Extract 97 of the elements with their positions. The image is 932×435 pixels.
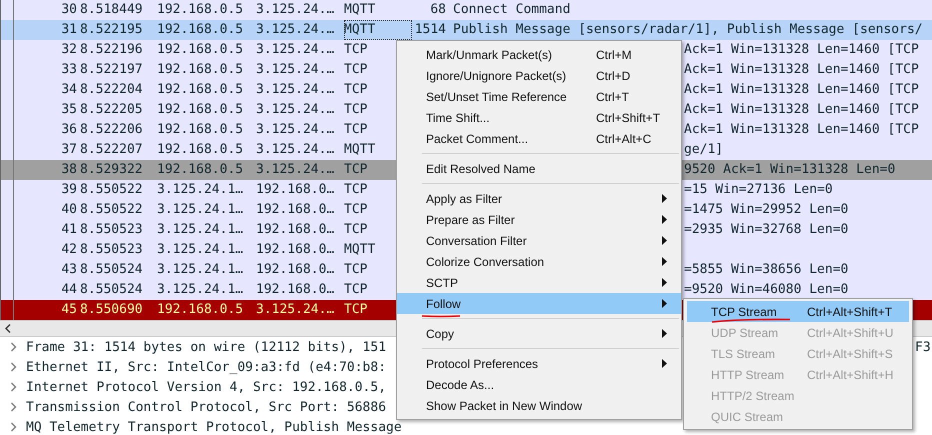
table-cell-text: 9520 Ack=1 Win=131328 Len=0 bbox=[684, 161, 896, 179]
table-cell-text: TCP bbox=[344, 261, 368, 279]
table-cell-text: 3.125.24.… bbox=[256, 41, 336, 59]
table-cell-text: 3.125.24.1… bbox=[157, 281, 244, 299]
table-cell-text: Ack=1 Win=131328 Len=1460 [TCP bbox=[684, 41, 919, 59]
table-cell-text: 192.168.0.5 bbox=[157, 161, 244, 179]
table-cell-text: TCP bbox=[344, 41, 368, 59]
table-cell-text: 192.168.0… bbox=[256, 221, 336, 239]
table-cell-text: 192.168.0.5 bbox=[157, 121, 244, 139]
table-cell-text: TCP bbox=[344, 181, 368, 199]
table-cell-text: MQTT bbox=[344, 141, 376, 159]
table-cell-text: TCP bbox=[344, 121, 368, 139]
table-cell-text: 42 bbox=[60, 241, 77, 259]
table-cell-text: Ack=1 Win=131328 Len=1460 [TCP bbox=[684, 61, 919, 79]
table-cell-text: =1475 Win=29952 Len=0 bbox=[684, 201, 848, 219]
tree-item-label: F3 bbox=[915, 340, 931, 354]
table-cell-text: 34 bbox=[60, 81, 77, 99]
table-cell-text: 39 bbox=[60, 181, 77, 199]
table-cell-text: TCP bbox=[344, 301, 368, 319]
table-cell-text: 192.168.0.5 bbox=[157, 141, 244, 159]
table-cell-text: 44 bbox=[60, 281, 77, 299]
table-cell-text: 192.168.0… bbox=[256, 241, 336, 259]
table-cell-text: 8.522197 bbox=[80, 61, 144, 79]
table-cell-text: 8.522206 bbox=[80, 121, 144, 139]
table-cell-text: 3.125.24.… bbox=[256, 81, 336, 99]
table-cell-text: 8.550524 bbox=[80, 261, 144, 279]
table-cell-text: TCP bbox=[344, 201, 368, 219]
table-cell-text: 8.522195 bbox=[80, 21, 144, 39]
table-cell-text: 3.125.24.1… bbox=[157, 181, 244, 199]
table-cell-text: TCP bbox=[344, 61, 368, 79]
table-cell-text: =5855 Win=38656 Len=0 bbox=[684, 261, 848, 279]
table-cell-text: 40 bbox=[60, 201, 77, 219]
table-cell-text: 8.522205 bbox=[80, 101, 144, 119]
table-cell-text: =2935 Win=32768 Len=0 bbox=[684, 221, 848, 239]
table-cell-text: 192.168.0.5 bbox=[157, 301, 244, 319]
table-cell-text: 8.550524 bbox=[80, 281, 144, 299]
table-cell-text: 31 bbox=[60, 21, 77, 39]
table-cell-text: Ack=1 Win=131328 Len=1460 [TCP bbox=[684, 81, 919, 99]
table-cell: MQTT bbox=[344, 20, 412, 40]
table-cell-text: 192.168.0.5 bbox=[157, 1, 244, 19]
table-cell-text: 43 bbox=[60, 261, 77, 279]
table-cell-text: 3.125.24.… bbox=[256, 101, 336, 119]
table-cell-text: MQTT bbox=[344, 241, 376, 259]
table-cell-text: Ack=1 Win=131328 Len=1460 [TCP bbox=[684, 101, 919, 119]
table-cell-text: 36 bbox=[60, 121, 77, 139]
table-cell-text: 192.168.0.5 bbox=[157, 21, 244, 39]
table-cell-text: 3.125.24.1… bbox=[157, 261, 244, 279]
table-cell-text: 8.518449 bbox=[80, 1, 144, 19]
table-cell-text: 3.125.24.1… bbox=[157, 201, 244, 219]
table-cell-text: 30 bbox=[60, 1, 77, 19]
table-cell-text: 8.550522 bbox=[80, 181, 144, 199]
table-cell-text: TCP bbox=[344, 281, 368, 299]
table-cell-text: Connect Command bbox=[453, 1, 570, 19]
table-cell-text: 192.168.0… bbox=[256, 261, 336, 279]
table-cell-text: TCP bbox=[344, 221, 368, 239]
table-cell-text: 3.125.24.1… bbox=[157, 241, 244, 259]
table-cell-text: 45 bbox=[60, 301, 77, 319]
table-cell-text: MQTT bbox=[344, 1, 376, 19]
table-cell-text: 68 bbox=[429, 1, 446, 19]
table-cell-text: 33 bbox=[60, 61, 77, 79]
table-cell-text: 38 bbox=[60, 161, 77, 179]
table-cell-text: 192.168.0.5 bbox=[157, 101, 244, 119]
table-cell-text: =9520 Win=46080 Len=0 bbox=[684, 281, 848, 299]
table-cell-text: Ack=1 Win=131328 Len=1460 [TCP bbox=[684, 121, 919, 139]
table-cell-text: 3.125.24.… bbox=[256, 301, 336, 319]
table-cell-text: 8.522196 bbox=[80, 41, 144, 59]
table-cell-text: 8.529322 bbox=[80, 161, 144, 179]
table-cell-text: 37 bbox=[60, 141, 77, 159]
table-cell-text: 192.168.0.5 bbox=[157, 61, 244, 79]
table-cell-text: ge/1] bbox=[684, 141, 724, 159]
table-cell-text: 3.125.24.1… bbox=[157, 221, 244, 239]
table-cell-text: 192.168.0.5 bbox=[157, 41, 244, 59]
table-cell-text: 192.168.0… bbox=[256, 281, 336, 299]
table-cell-text: 1514 bbox=[414, 21, 446, 39]
table-cell-text: Publish Message [sensors/radar/1], Publish Message [sensors/ bbox=[453, 21, 923, 39]
table-cell-text: 192.168.0.5 bbox=[157, 81, 244, 99]
table-cell-text: 3.125.24.… bbox=[256, 141, 336, 159]
table-cell-text: TCP bbox=[344, 101, 368, 119]
table-cell-text: TCP bbox=[344, 81, 368, 99]
table-cell-text: 3.125.24.… bbox=[256, 21, 336, 39]
table-cell-text: 8.550523 bbox=[80, 221, 144, 239]
table-cell-text: 8.550523 bbox=[80, 241, 144, 259]
table-cell-text: 35 bbox=[60, 101, 77, 119]
table-cell-text: 192.168.0… bbox=[256, 181, 336, 199]
table-cell-text: 3.125.24.… bbox=[256, 121, 336, 139]
table-cell-text: 192.168.0… bbox=[256, 201, 336, 219]
table-cell-text: 3.125.24.… bbox=[256, 161, 336, 179]
table-cell-text: TCP bbox=[344, 161, 368, 179]
table-cell-text: 32 bbox=[60, 41, 77, 59]
table-cell-text: 8.522207 bbox=[80, 141, 144, 159]
table-cell-text: 3.125.24.… bbox=[256, 61, 336, 79]
table-cell-text: 3.125.24.… bbox=[256, 1, 336, 19]
table-cell-text: 8.522204 bbox=[80, 81, 144, 99]
table-cell-text: 8.550522 bbox=[80, 201, 144, 219]
table-cell-text: 8.550690 bbox=[80, 301, 144, 319]
table-cell-text: =15 Win=27136 Len=0 bbox=[684, 181, 833, 199]
table-cell-text: 41 bbox=[60, 221, 77, 239]
